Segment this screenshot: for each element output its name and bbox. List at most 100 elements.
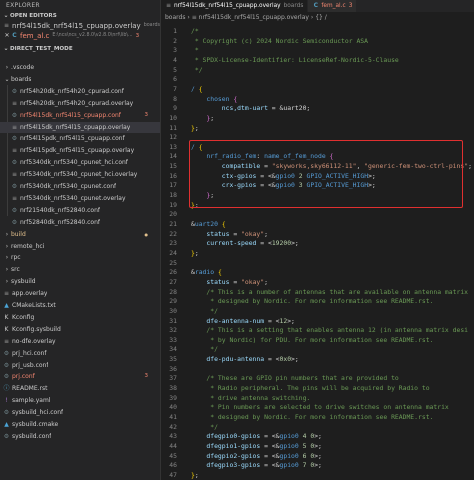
tree-file[interactable]: ⓘ README.rst [0,383,160,394]
tree-file[interactable]: ⚙ nrf52840dk_nrf52840.conf [0,217,160,228]
tree-folder[interactable]: › build ● [0,229,160,240]
tree-item-label: CMakeLists.txt [12,302,56,309]
breadcrumb-item[interactable]: {} / [315,14,327,21]
gear-icon: ⚙ [3,373,10,381]
code-token: gpio0 [279,461,299,470]
gear-icon: ⚙ [3,409,10,417]
code-token: = [229,277,242,286]
tree-file[interactable]: ≡ nrf5340dk_nrf5340_cpunet_hci.overlay [0,169,160,180]
tree-item-label: nrf54h20dk_nrf54h20_cpurad.overlay [20,99,134,107]
code-token: >; [291,355,299,364]
tree-item-label: nrf54l15dk_nrf54l15_cpuapp.overlay [20,123,131,131]
code-token: ; [264,277,268,286]
tree-folder[interactable]: › remote_hci [0,241,160,252]
tab-fem-al-c[interactable]: C fem_al.c 3 [308,0,358,12]
open-editor-item[interactable]: ≡ nrf54l15dk_nrf54l15_cpuapp.overlay boa… [0,21,160,31]
tree-item-label: Kconfig [12,313,35,321]
code-token: { [198,84,203,93]
breadcrumb: boards › ≡ nrf54l15dk_nrf54l15_cpuapp.ov… [165,13,327,23]
open-editor-path: E:\ncs\ncs_v2.8.0\v2.8.0\nrf\lib\... [52,33,133,38]
tree-item-label: nrf5340dk_nrf5340_cpunet.conf [20,183,117,190]
overlay-file-icon: ≡ [3,290,10,298]
tree-file[interactable]: ▲ CMakeLists.txt [0,300,160,311]
chevron-right-icon: › [5,64,9,71]
tree-item-label: sysbuild.conf [12,432,52,440]
code-token: * drive antenna switching. [191,393,311,402]
tree-folder[interactable]: › sysbuild [0,276,160,287]
gear-icon: ⚙ [11,135,18,143]
code-token: ncs,dtm-uart [221,104,268,113]
gear-icon: ⚙ [11,111,18,119]
tree-file[interactable]: ⚙ nrf5340dk_nrf5340_cpunet.conf [0,181,160,192]
code-token: /* This is a number of antennas that are… [206,287,469,296]
code-token: dfe-antenna-num [206,316,265,325]
tree-file[interactable]: ⚙ sysbuild_hci.conf [0,407,160,418]
code-token: chosen [206,94,230,103]
code-editor: ≡ nrf54l15dk_nrf54l15_cpuapp.overlay boa… [161,0,474,480]
gear-icon: ⚙ [3,432,10,440]
close-icon[interactable]: ✕ [3,31,11,41]
tree-file[interactable]: ⚙ nrf54l15pdk_nrf54l15_cpuapp.conf [0,133,160,144]
tab-overlay[interactable]: ≡ nrf54l15dk_nrf54l15_cpuapp.overlay boa… [161,0,309,12]
code-token: */ [191,422,218,431]
folder-header[interactable]: ⌄ DIRECT_TEST_MODE [0,44,160,54]
c-file-icon: C [313,2,319,9]
tree-file[interactable]: ⚙ nrf21540dk_nrf52840.conf [0,205,160,216]
code-token: >; [314,461,322,470]
tree-file[interactable]: ⚙ prj_hci.conf [0,348,160,359]
tree-folder[interactable]: › src [0,264,160,275]
info-icon: ⓘ [3,385,10,393]
open-editor-path: boards [143,23,160,28]
tree-file[interactable]: ≡ nrf5340dk_nrf5340_cpunet.overlay [0,193,160,204]
tree-item-label: nrf54l15pdk_nrf54l15_cpuapp.overlay [20,147,135,155]
chevron-down-icon: ⌄ [3,45,9,52]
open-editor-item[interactable]: ✕ C fem_al.c E:\ncs\ncs_v2.8.0\v2.8.0\nr… [0,31,160,41]
code-token: { [221,220,226,228]
code-token: * by Nordic) for PDU. For more informati… [191,335,434,344]
code-token: * designed by Nordic. For more informati… [191,413,434,421]
code-token: * Radio peripheral. The pins will be acq… [191,384,430,393]
tree-file[interactable]: ≡ nrf54l15pdk_nrf54l15_cpuapp.overlay [0,145,160,156]
tab-label: fem_al.c [321,3,346,9]
tree-folder[interactable]: › rpc [0,252,160,263]
c-file-icon: C [12,32,17,39]
open-editor-filename: nrf54l15dk_nrf54l15_cpuapp.overlay [12,22,141,30]
tree-item-label: .vscode [11,64,35,71]
code-token: { [233,94,238,103]
code-token: >; [314,432,322,441]
tree-file[interactable]: ≡ app.overlay [0,288,160,299]
tree-file[interactable]: ≡ no-dfe.overlay [0,336,160,347]
tab-description: boards [283,3,304,9]
code-token: radio [194,268,215,277]
tree-folder[interactable]: ⌄ boards [0,74,160,85]
breadcrumb-item[interactable]: nrf54l15dk_nrf54l15_cpuapp.overlay [199,14,309,21]
tree-item-label: nrf5340dk_nrf5340_cpunet_hci.conf [20,159,128,167]
tree-file[interactable]: ≡ nrf54h20dk_nrf54h20_cpurad.overlay [0,98,160,109]
tree-file[interactable]: ⚙ nrf54l15dk_nrf54l15_cpuapp.conf 3 [0,110,160,121]
breadcrumb-item[interactable]: boards [165,14,185,21]
tree-file[interactable]: ! sample.yaml [0,395,160,406]
tree-file[interactable]: ⚙ prj_usb.conf [0,360,160,371]
tree-file[interactable]: K Kconfig [0,312,160,323]
tree-file[interactable]: ⚙ sysbuild.conf [0,431,160,442]
code-token: ; [194,123,199,132]
tree-item-label: rpc [11,254,21,262]
tree-item-label: nrf5340dk_nrf5340_cpunet_hci.overlay [20,171,138,179]
tree-file[interactable]: ≡ nrf54l15dk_nrf54l15_cpuapp.overlay [0,121,160,133]
cmake-icon: ▲ [4,421,9,428]
tree-file[interactable]: ⚙ prj.conf 3 [0,371,160,382]
tree-file[interactable]: ▲ sysbuild.cmake [0,419,160,430]
tree-file[interactable]: ⚙ nrf5340dk_nrf5340_cpunet_hci.conf [0,157,160,168]
tree-file[interactable]: ⚙ nrf54h20dk_nrf54h20_cpurad.conf [0,86,160,97]
chevron-right-icon: › [5,278,9,286]
open-editors-header[interactable]: ⌄ OPEN EDITORS [0,11,160,21]
tree-folder[interactable]: › .vscode [0,62,160,73]
highlight-box [189,140,463,208]
tree-file[interactable]: K Kconfig.sysbuild [0,324,160,335]
